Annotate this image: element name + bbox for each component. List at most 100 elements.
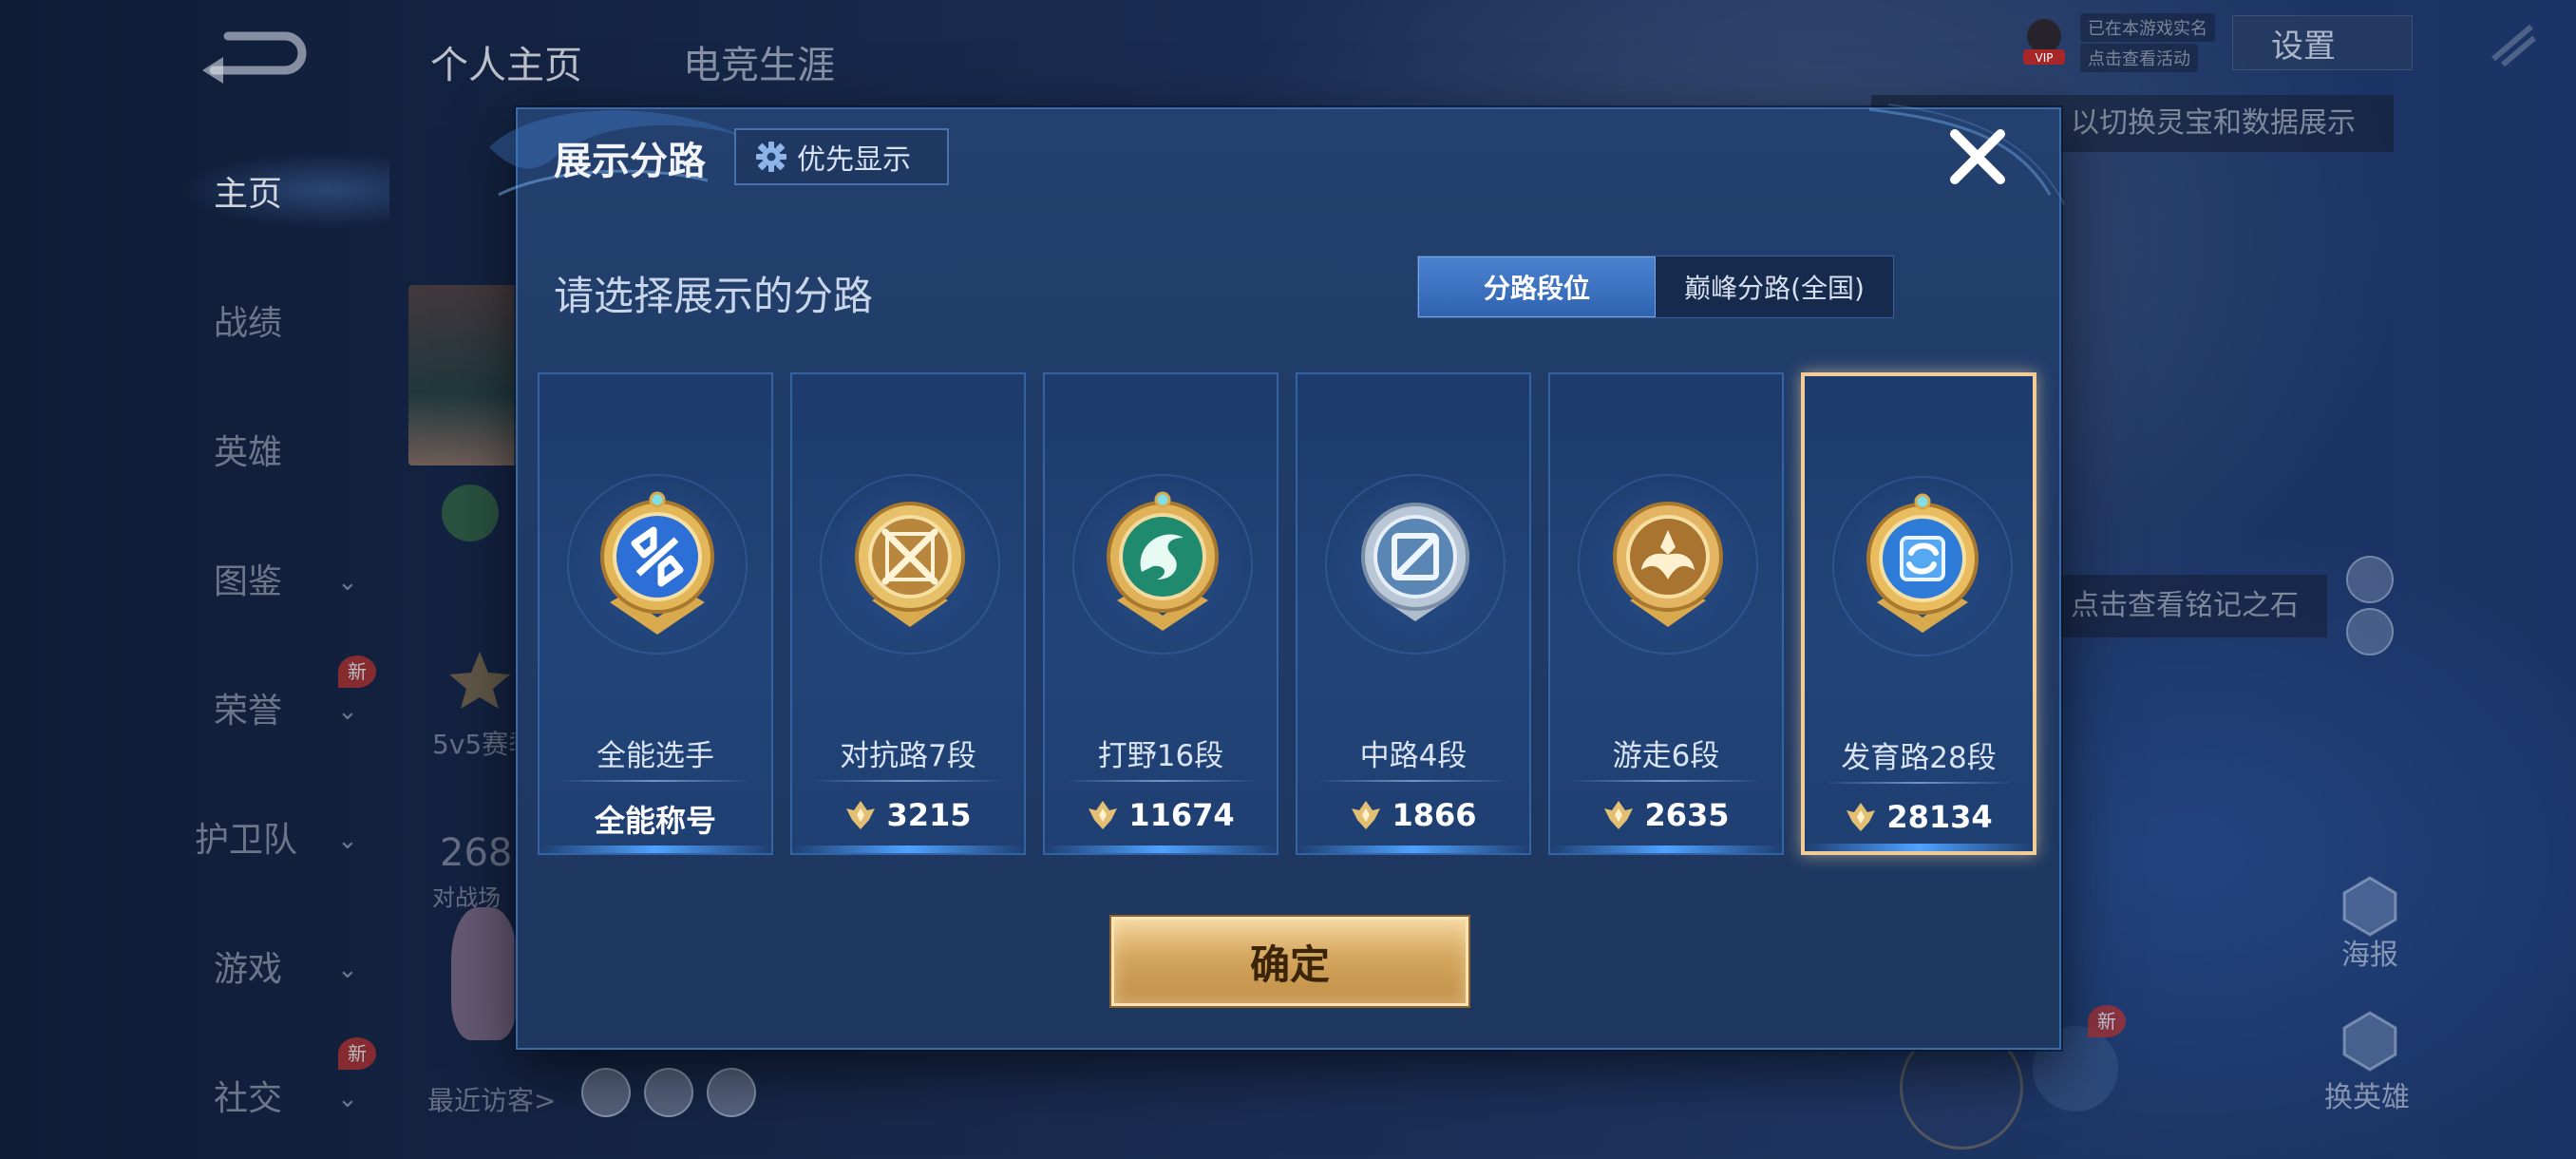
- lane-value-text: 1866: [1392, 797, 1477, 833]
- mid-lane-emblem-icon: [1361, 503, 1469, 621]
- confirm-label: 确定: [1249, 940, 1330, 988]
- rank-points-icon: [1352, 801, 1381, 829]
- tab-lane-rank[interactable]: 分路段位: [1418, 256, 1656, 317]
- sidebar-item-label: 游戏: [214, 950, 283, 989]
- sidebar-item-guard-team[interactable]: 护卫队 ⌄: [0, 808, 380, 874]
- chevron-down-icon: ⌄: [337, 956, 358, 984]
- vip-label: VIP: [2036, 51, 2054, 65]
- settings-button[interactable]: 设置: [2232, 15, 2413, 70]
- lane-value: 11674: [1045, 797, 1277, 833]
- sidebar-item-heroes[interactable]: 英雄: [0, 420, 380, 486]
- rank-points-icon: [1604, 801, 1634, 829]
- lane-value: 1866: [1297, 797, 1529, 833]
- visitor-avatar[interactable]: [581, 1068, 631, 1117]
- sidebar-item-label: 图鉴: [214, 562, 283, 601]
- lane-name: 中路4段: [1359, 739, 1468, 773]
- rank-points-icon: [846, 801, 876, 829]
- sidebar-item-home[interactable]: 主页: [0, 162, 380, 228]
- skin-icon[interactable]: [2346, 608, 2394, 656]
- lane-name: 对抗路7段: [840, 739, 976, 773]
- section-label: 请选择展示的分路: [554, 273, 874, 319]
- card-divider: [1824, 782, 2014, 784]
- tab-profile[interactable]: 个人主页: [430, 34, 582, 89]
- sidebar-item-collection[interactable]: 图鉴 ⌄: [0, 549, 380, 616]
- sidebar-item-label: 主页: [214, 175, 283, 214]
- poster-icon[interactable]: [2337, 872, 2403, 939]
- change-hero-icon[interactable]: [2337, 1007, 2403, 1074]
- tab-esports-career[interactable]: 电竞生涯: [683, 34, 835, 89]
- lane-card-mid[interactable]: 中路4段 1866: [1296, 372, 1531, 855]
- lane-display-dialog: 展示分路 优先显示 请选择展示的分路 分路段位 巅峰分路(全国) 全能选手 全能…: [489, 104, 2065, 1050]
- dialog-title: 展示分路: [554, 140, 706, 183]
- recent-visitors-link[interactable]: 最近访客>: [427, 1080, 556, 1118]
- skin-icon[interactable]: [2346, 556, 2394, 603]
- lane-card-roam[interactable]: 游走6段 2635: [1548, 372, 1784, 855]
- change-hero-label[interactable]: 换英雄: [2324, 1074, 2410, 1115]
- lane-card-farm[interactable]: 发育路28段 28134: [1801, 372, 2036, 855]
- priority-display-button[interactable]: 优先显示: [734, 128, 949, 185]
- lane-value-text: 3215: [886, 797, 972, 833]
- display-mode-toggle: 分路段位 巅峰分路(全国): [1417, 256, 1894, 318]
- lane-name: 游走6段: [1612, 739, 1720, 773]
- chevron-down-icon: ⌄: [337, 568, 358, 597]
- sidebar: 主页 战绩 英雄 图鉴 ⌄ 荣誉 ⌄ 护卫队 ⌄ 游戏 ⌄ 社交 ⌄ 新 新: [0, 124, 380, 1159]
- settings-label: 设置: [2271, 27, 2336, 66]
- mascot-image: [451, 907, 518, 1040]
- clash-lane-emblem-icon: [855, 502, 965, 627]
- farm-lane-emblem-icon: [1866, 493, 1979, 633]
- sidebar-item-label: 荣誉: [214, 692, 283, 731]
- card-divider: [811, 780, 1005, 782]
- activity-tag[interactable]: 点击查看活动: [2080, 44, 2198, 72]
- sidebar-item-social[interactable]: 社交 ⌄: [0, 1066, 380, 1132]
- card-divider: [1569, 780, 1763, 782]
- lane-name: 发育路28段: [1841, 741, 1997, 775]
- hint-banner-stone: 点击查看铭记之石: [2042, 575, 2327, 637]
- vip-icon[interactable]: VIP: [2016, 13, 2073, 70]
- sidebar-item-game[interactable]: 游戏 ⌄: [0, 937, 380, 1003]
- sidebar-item-honor[interactable]: 荣誉 ⌄: [0, 678, 380, 745]
- confirm-button[interactable]: 确定: [1111, 917, 1468, 1006]
- lane-value-text: 2635: [1644, 797, 1730, 833]
- lane-card-jungle[interactable]: 打野16段 11674: [1043, 372, 1279, 855]
- lane-value-text: 28134: [1886, 799, 1993, 835]
- gear-icon: [756, 142, 786, 172]
- visitor-avatar[interactable]: [707, 1068, 756, 1117]
- card-divider: [1316, 780, 1510, 782]
- sidebar-item-label: 战绩: [214, 304, 283, 343]
- sidebar-item-label: 社交: [214, 1079, 283, 1118]
- back-arrow-icon[interactable]: [195, 28, 309, 95]
- new-badge: 新: [338, 656, 376, 688]
- sidebar-item-label: 英雄: [214, 433, 283, 472]
- poster-label[interactable]: 海报: [2341, 931, 2398, 973]
- priority-display-label: 优先显示: [797, 143, 911, 177]
- lane-value-text: 全能称号: [594, 803, 716, 839]
- lane-card-clash[interactable]: 对抗路7段 3215: [790, 372, 1026, 855]
- roam-emblem-icon: [1613, 502, 1723, 627]
- battle-count: 268: [440, 831, 513, 875]
- lane-name: 全能选手: [597, 739, 714, 773]
- rank-points-icon: [1089, 801, 1118, 829]
- sidebar-item-label: 护卫队: [195, 821, 298, 860]
- realname-tag: 已在本游戏实名: [2080, 13, 2215, 42]
- lane-card-list: 全能选手 全能称号 对抗路7段 3215 打野16段 11674 中路4段 18…: [538, 372, 2038, 855]
- lane-card-all-round[interactable]: 全能选手 全能称号: [538, 372, 773, 855]
- new-badge: 新: [338, 1037, 376, 1070]
- all-round-emblem-icon: [600, 491, 714, 635]
- chevron-down-icon: ⌄: [337, 1085, 358, 1113]
- tab-peak-lane-national[interactable]: 巅峰分路(全国): [1656, 256, 1893, 317]
- sidebar-item-record[interactable]: 战绩: [0, 291, 380, 357]
- hero-portrait[interactable]: [408, 285, 522, 466]
- lane-value: 2635: [1550, 797, 1782, 833]
- jungle-emblem-icon: [1107, 491, 1219, 631]
- close-icon[interactable]: [1945, 124, 2010, 189]
- menu-icon[interactable]: [2489, 19, 2536, 66]
- game-screen: { "background": { "top_tabs": ["个人主页", "…: [0, 0, 2576, 1159]
- badge-icon: [442, 484, 499, 542]
- card-divider: [559, 780, 752, 782]
- lane-value: 3215: [792, 797, 1024, 833]
- rank-points-icon: [1847, 803, 1876, 831]
- lane-value: 28134: [1805, 799, 2033, 835]
- visitor-avatar[interactable]: [644, 1068, 693, 1117]
- lane-value: 全能称号: [540, 797, 771, 841]
- lane-value-text: 11674: [1128, 797, 1235, 833]
